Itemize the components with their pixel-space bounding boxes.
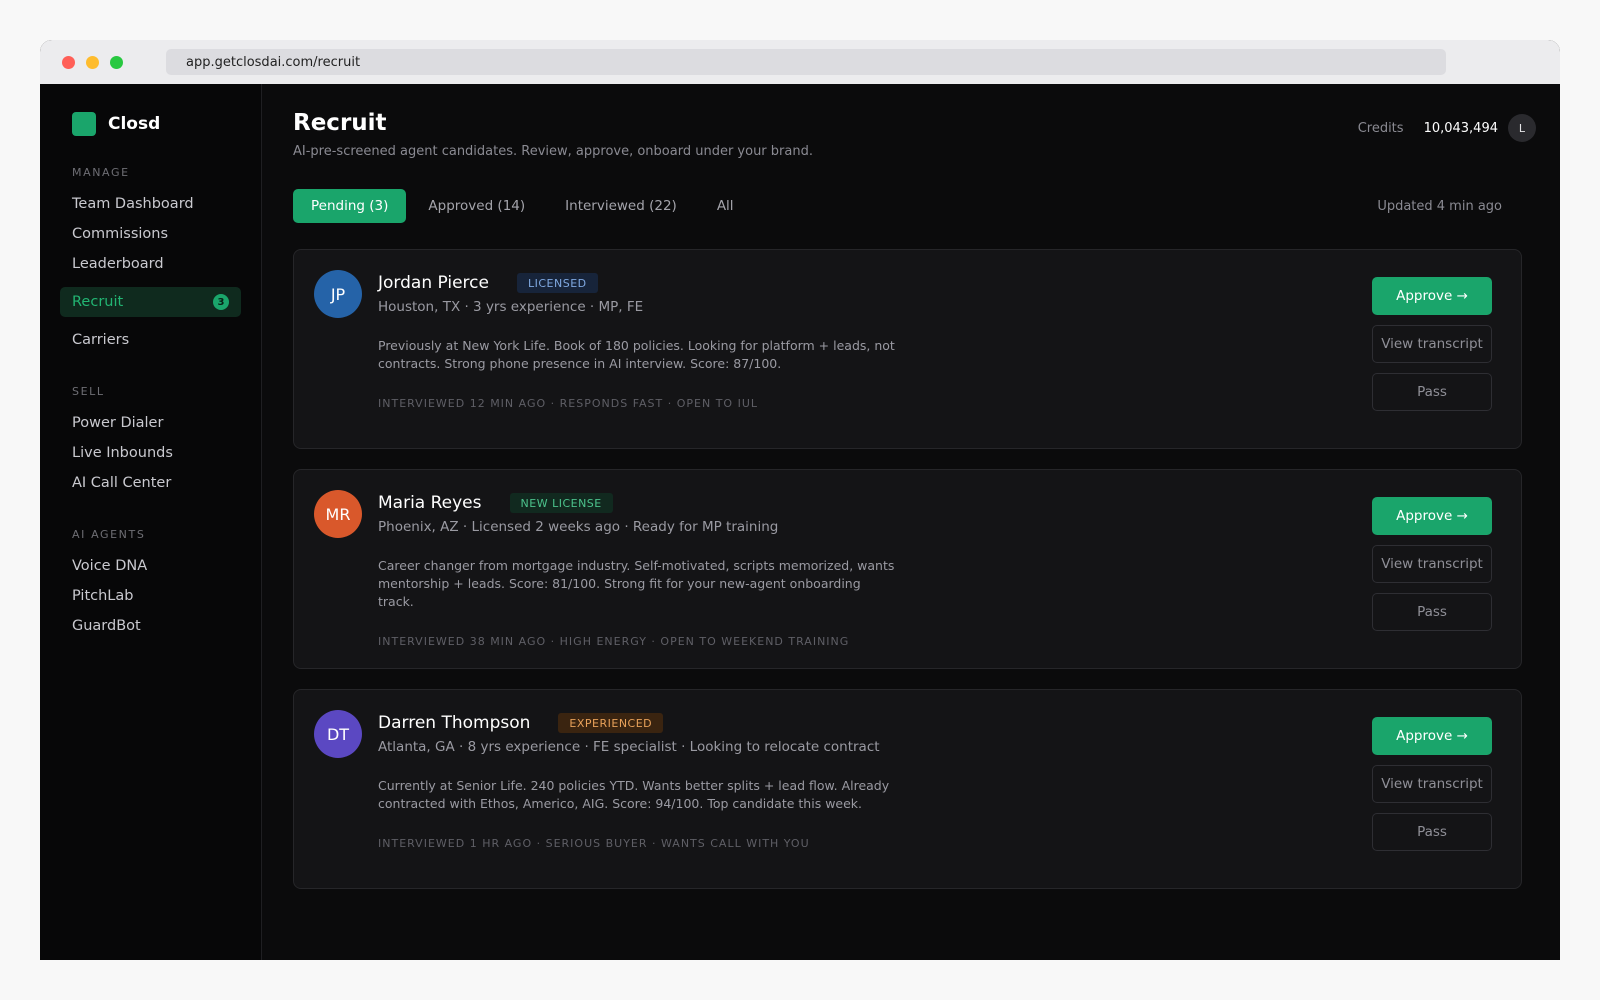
brand-logo-icon — [72, 112, 96, 136]
candidate-avatar: JP — [314, 270, 362, 318]
credits-value: 10,043,494 — [1423, 120, 1498, 136]
nav-section-label: SELL — [72, 385, 105, 398]
sidebar-item-label: AI Call Center — [72, 475, 172, 491]
sidebar-item-team-dashboard[interactable]: Team Dashboard — [60, 189, 241, 219]
sidebar-item-recruit[interactable]: Recruit 3 — [60, 287, 241, 317]
sidebar-item-commissions[interactable]: Commissions — [60, 219, 241, 249]
candidate-name: Maria Reyes — [378, 493, 482, 513]
maximize-window-icon[interactable] — [110, 55, 123, 69]
candidate-name-row: Jordan Pierce LICENSED — [378, 273, 898, 293]
candidate-interview-notes: INTERVIEWED 1 HR AGO · SERIOUS BUYER · W… — [378, 837, 810, 850]
tab-pending[interactable]: Pending (3) — [293, 189, 407, 223]
tab-interviewed[interactable]: Interviewed (22) — [547, 189, 695, 223]
sidebar-item-voice-dna[interactable]: Voice DNA — [60, 551, 241, 581]
candidate-card: MR Maria Reyes NEW LICENSE Phoenix, AZ · Li… — [293, 469, 1522, 669]
nav-section-manage: MANAGE Team Dashboard Commissions Leaderboa… — [60, 166, 241, 355]
sidebar-item-label: Team Dashboard — [72, 196, 194, 212]
nav-section-label: AI AGENTS — [72, 528, 146, 541]
brand-name: Closd — [108, 114, 161, 134]
sidebar-item-power-dialer[interactable]: Power Dialer — [60, 408, 241, 438]
candidate-name-row: Darren Thompson EXPERIENCED — [378, 713, 898, 733]
sidebar-item-leaderboard[interactable]: Leaderboard — [60, 249, 241, 279]
sidebar-item-carriers[interactable]: Carriers — [60, 325, 241, 355]
sidebar-item-label: PitchLab — [72, 588, 134, 604]
view-transcript-button[interactable]: View transcript — [1372, 325, 1492, 363]
credits-label: Credits — [1357, 120, 1404, 136]
tab-approved[interactable]: Approved (14) — [410, 189, 543, 223]
sidebar-item-label: Leaderboard — [72, 256, 164, 272]
tab-all[interactable]: All — [699, 189, 752, 223]
page-subtitle: AI-pre-screened agent candidates. Review… — [293, 144, 813, 159]
view-transcript-button[interactable]: View transcript — [1372, 765, 1492, 803]
candidate-card: DT Darren Thompson EXPERIENCED Atlanta, GA … — [293, 689, 1522, 889]
candidate-interview-notes: INTERVIEWED 38 MIN AGO · HIGH ENERGY · O… — [378, 635, 850, 648]
sidebar-item-label: Commissions — [72, 226, 169, 242]
status-badge: NEW LICENSE — [509, 493, 613, 513]
approve-button[interactable]: Approve → — [1372, 717, 1492, 755]
close-window-icon[interactable] — [62, 55, 75, 69]
nav-section-sell: SELL Power Dialer Live Inbounds AI Call Cen… — [60, 385, 241, 498]
candidate-description: Previously at New York Life. Book of 180… — [378, 338, 895, 371]
candidate-meta: Houston, TX · 3 yrs experience · MP, FE — [378, 299, 644, 315]
browser-titlebar: app.getclosdai.com/recruit — [40, 40, 1560, 84]
candidate-interview-notes: INTERVIEWED 12 MIN AGO · RESPONDS FAST ·… — [378, 397, 758, 410]
approve-button[interactable]: Approve → — [1372, 277, 1492, 315]
browser-window: app.getclosdai.com/recruit Closd MANAGE T… — [40, 40, 1560, 960]
candidate-details: Darren Thompson EXPERIENCED Atlanta, GA · … — [378, 713, 898, 888]
candidate-avatar: DT — [314, 710, 362, 758]
main-content: Recruit AI-pre-screened agent candidates… — [262, 84, 1560, 960]
user-avatar[interactable]: L — [1508, 114, 1536, 142]
minimize-window-icon[interactable] — [86, 55, 99, 69]
candidate-actions: Approve → View transcript Pass — [1372, 277, 1492, 421]
status-badge: EXPERIENCED — [558, 713, 664, 733]
candidate-description: Currently at Senior Life. 240 policies Y… — [378, 778, 890, 811]
approve-button[interactable]: Approve → — [1372, 497, 1492, 535]
status-tabs: Pending (3) Approved (14) Interviewed (22)… — [293, 189, 756, 223]
sidebar-item-label: Live Inbounds — [72, 445, 173, 461]
candidate-description: Career changer from mortgage industry. S… — [378, 558, 895, 609]
count-badge: 3 — [213, 294, 229, 310]
candidate-details: Maria Reyes NEW LICENSE Phoenix, AZ · Lice… — [378, 493, 898, 668]
sidebar-item-label: GuardBot — [72, 618, 141, 634]
sidebar: Closd MANAGE Team Dashboard Commissions Lea… — [40, 84, 262, 960]
updated-timestamp: Updated 4 min ago — [1377, 198, 1502, 214]
candidate-meta: Phoenix, AZ · Licensed 2 weeks ago · Rea… — [378, 519, 779, 535]
sidebar-item-live-inbounds[interactable]: Live Inbounds — [60, 438, 241, 468]
pass-button[interactable]: Pass — [1372, 813, 1492, 851]
candidate-actions: Approve → View transcript Pass — [1372, 497, 1492, 641]
sidebar-item-label: Voice DNA — [72, 558, 148, 574]
status-badge: LICENSED — [516, 273, 598, 293]
sidebar-item-label: Carriers — [72, 332, 130, 348]
candidate-details: Jordan Pierce LICENSED Houston, TX · 3 yrs… — [378, 273, 898, 448]
credits-display: Credits 10,043,494 L — [1357, 114, 1536, 142]
pass-button[interactable]: Pass — [1372, 373, 1492, 411]
candidate-avatar: MR — [314, 490, 362, 538]
sidebar-item-label: Power Dialer — [72, 415, 164, 431]
candidate-name: Jordan Pierce — [378, 273, 489, 293]
sidebar-item-ai-call-center[interactable]: AI Call Center — [60, 468, 241, 498]
nav-section-label: MANAGE — [72, 166, 130, 179]
sidebar-item-label: Recruit — [72, 294, 124, 310]
sidebar-item-guardbot[interactable]: GuardBot — [60, 611, 241, 641]
brand[interactable]: Closd — [60, 112, 241, 136]
candidate-actions: Approve → View transcript Pass — [1372, 717, 1492, 861]
sidebar-item-pitchlab[interactable]: PitchLab — [60, 581, 241, 611]
address-bar[interactable]: app.getclosdai.com/recruit — [166, 49, 1446, 75]
view-transcript-button[interactable]: View transcript — [1372, 545, 1492, 583]
page-title: Recruit — [293, 110, 387, 136]
candidate-list: JP Jordan Pierce LICENSED Houston, TX · 3 y… — [293, 249, 1522, 889]
candidate-name: Darren Thompson — [378, 713, 531, 733]
candidate-meta: Atlanta, GA · 8 yrs experience · FE spec… — [378, 739, 880, 755]
candidate-card: JP Jordan Pierce LICENSED Houston, TX · 3 y… — [293, 249, 1522, 449]
pass-button[interactable]: Pass — [1372, 593, 1492, 631]
candidate-name-row: Maria Reyes NEW LICENSE — [378, 493, 898, 513]
nav-section-ai-agents: AI AGENTS Voice DNA PitchLab GuardBot — [60, 528, 241, 641]
